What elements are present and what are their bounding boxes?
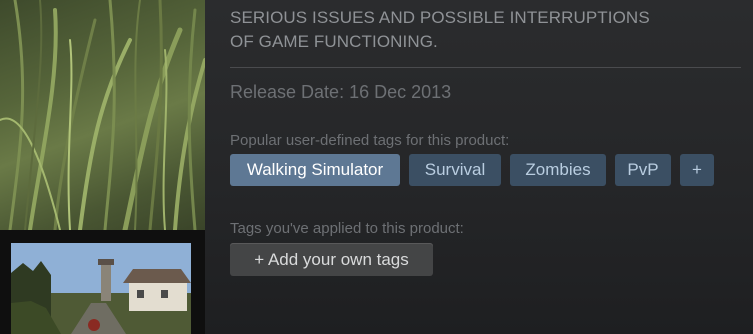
add-tags-button[interactable]: + Add your own tags xyxy=(230,243,433,276)
divider xyxy=(230,67,741,68)
main-screenshot[interactable] xyxy=(0,0,205,230)
details-panel: SERIOUS ISSUES AND POSSIBLE INTERRUPTION… xyxy=(205,0,753,334)
screenshot-thumbnail[interactable] xyxy=(11,243,191,334)
media-column xyxy=(0,0,205,334)
release-date: Release Date: 16 Dec 2013 xyxy=(230,82,452,102)
tag-survival[interactable]: Survival xyxy=(409,154,501,186)
notice-line-2: OF GAME FUNCTIONING. xyxy=(230,32,438,51)
tag-zombies[interactable]: Zombies xyxy=(510,154,606,186)
popular-tags-label: Popular user-defined tags for this produ… xyxy=(230,132,510,149)
user-tags-label: Tags you've applied to this product: xyxy=(230,220,464,237)
village-image xyxy=(11,243,191,334)
tag-walking-simulator[interactable]: Walking Simulator xyxy=(230,154,400,186)
tag-pvp[interactable]: PvP xyxy=(615,154,671,186)
grass-image xyxy=(0,0,205,230)
more-tags-button[interactable]: + xyxy=(680,154,714,186)
notice-line-1: SERIOUS ISSUES AND POSSIBLE INTERRUPTION… xyxy=(230,8,650,27)
early-access-notice: SERIOUS ISSUES AND POSSIBLE INTERRUPTION… xyxy=(230,6,745,54)
